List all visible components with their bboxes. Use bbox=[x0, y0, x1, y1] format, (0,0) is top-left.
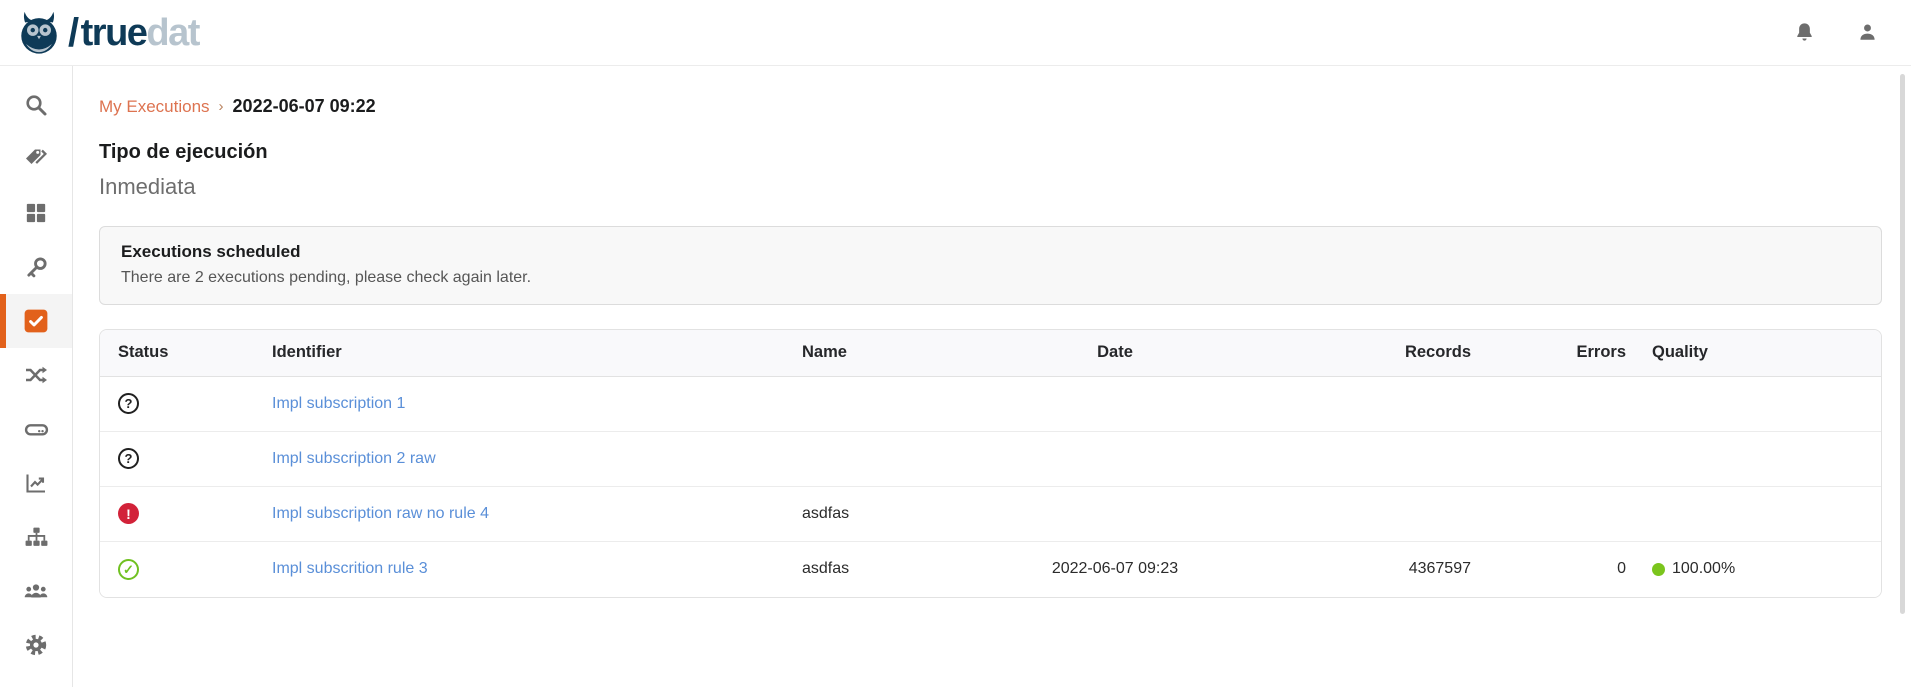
column-header-name: Name bbox=[790, 330, 1000, 376]
execution-row: Impl subscription raw no rule 4 asdfas bbox=[100, 486, 1881, 541]
chart-line-icon bbox=[24, 471, 48, 495]
sidebar-item-search[interactable] bbox=[0, 78, 72, 132]
cell-quality bbox=[1650, 486, 1881, 541]
identifier-link[interactable]: Impl subscription 1 bbox=[272, 395, 405, 412]
scrollbar-thumb[interactable] bbox=[1900, 74, 1905, 614]
execution-row: Impl subscription 2 raw bbox=[100, 431, 1881, 486]
cell-records bbox=[1230, 486, 1495, 541]
status-success-icon bbox=[118, 559, 139, 580]
column-header-identifier: Identifier bbox=[260, 330, 790, 376]
sidebar-item-lineage[interactable] bbox=[0, 510, 72, 564]
sidebar-item-settings[interactable] bbox=[0, 618, 72, 672]
truedat-logo[interactable]: / truedat bbox=[16, 9, 199, 57]
column-header-date: Date bbox=[1000, 330, 1230, 376]
top-bar: / truedat bbox=[0, 0, 1911, 66]
page-title: Tipo de ejecución bbox=[99, 141, 1882, 164]
column-header-records: Records bbox=[1230, 330, 1495, 376]
cell-quality bbox=[1650, 431, 1881, 486]
executions-scheduled-alert: Executions scheduled There are 2 executi… bbox=[99, 226, 1882, 305]
executions-table: Status Identifier Name Date Records Erro… bbox=[99, 329, 1882, 598]
cell-date bbox=[1000, 486, 1230, 541]
alert-message: There are 2 executions pending, please c… bbox=[121, 269, 1860, 287]
cell-name bbox=[790, 376, 1000, 431]
cell-errors bbox=[1495, 486, 1650, 541]
search-icon bbox=[24, 93, 48, 117]
cell-records: 4367597 bbox=[1230, 541, 1495, 597]
identifier-link[interactable]: Impl subscription raw no rule 4 bbox=[272, 505, 489, 522]
main-content: My Executions › 2022-06-07 09:22 Tipo de… bbox=[73, 66, 1911, 687]
logo-slash: / bbox=[68, 13, 78, 53]
status-error-icon bbox=[118, 503, 139, 524]
alert-title: Executions scheduled bbox=[121, 242, 1860, 262]
sidebar bbox=[0, 66, 73, 687]
breadcrumb-current: 2022-06-07 09:22 bbox=[233, 96, 376, 117]
status-pending-icon bbox=[118, 393, 139, 414]
sidebar-item-modules[interactable] bbox=[0, 186, 72, 240]
sidebar-item-permissions[interactable] bbox=[0, 240, 72, 294]
cell-quality bbox=[1650, 376, 1881, 431]
sidebar-item-flows[interactable] bbox=[0, 348, 72, 402]
cell-name: asdfas bbox=[790, 486, 1000, 541]
column-header-status: Status bbox=[100, 330, 260, 376]
cell-records bbox=[1230, 431, 1495, 486]
identifier-link[interactable]: Impl subscrition rule 3 bbox=[272, 560, 428, 577]
shuffle-icon bbox=[24, 363, 48, 387]
brand-name-secondary: dat bbox=[146, 12, 199, 54]
table-header-row: Status Identifier Name Date Records Erro… bbox=[100, 330, 1881, 376]
cell-errors: 0 bbox=[1495, 541, 1650, 597]
sidebar-item-groups[interactable] bbox=[0, 564, 72, 618]
cell-errors bbox=[1495, 431, 1650, 486]
cell-errors bbox=[1495, 376, 1650, 431]
gear-icon bbox=[24, 633, 48, 657]
status-pending-icon bbox=[118, 448, 139, 469]
execution-row: Impl subscrition rule 3 asdfas 2022-06-0… bbox=[100, 541, 1881, 597]
cell-date bbox=[1000, 376, 1230, 431]
cell-date bbox=[1000, 431, 1230, 486]
cell-date: 2022-06-07 09:23 bbox=[1000, 541, 1230, 597]
owl-logo-icon bbox=[16, 9, 62, 57]
sitemap-icon bbox=[24, 525, 49, 550]
column-header-quality: Quality bbox=[1650, 330, 1881, 376]
grid-icon bbox=[25, 202, 47, 224]
users-icon bbox=[23, 578, 49, 604]
quality-dot-icon bbox=[1652, 563, 1665, 576]
cell-records bbox=[1230, 376, 1495, 431]
check-square-icon bbox=[23, 308, 49, 334]
chevron-right-icon: › bbox=[219, 98, 224, 115]
cell-name: asdfas bbox=[790, 541, 1000, 597]
sidebar-item-sources[interactable] bbox=[0, 402, 72, 456]
key-icon bbox=[25, 256, 48, 279]
bell-icon[interactable] bbox=[1793, 21, 1816, 44]
page-subtitle: Inmediata bbox=[99, 174, 1882, 200]
execution-row: Impl subscription 1 bbox=[100, 376, 1881, 431]
column-header-errors: Errors bbox=[1495, 330, 1650, 376]
sidebar-item-dashboards[interactable] bbox=[0, 456, 72, 510]
breadcrumb: My Executions › 2022-06-07 09:22 bbox=[99, 96, 1882, 117]
brand-name-primary: true bbox=[81, 12, 147, 54]
cell-name bbox=[790, 431, 1000, 486]
tags-icon bbox=[24, 147, 48, 171]
breadcrumb-my-executions-link[interactable]: My Executions bbox=[99, 97, 210, 117]
drive-icon bbox=[24, 417, 49, 442]
sidebar-item-tags[interactable] bbox=[0, 132, 72, 186]
sidebar-item-quality-active[interactable] bbox=[0, 294, 72, 348]
identifier-link[interactable]: Impl subscription 2 raw bbox=[272, 450, 436, 467]
user-icon[interactable] bbox=[1856, 21, 1879, 44]
cell-quality: 100.00% bbox=[1672, 560, 1735, 578]
